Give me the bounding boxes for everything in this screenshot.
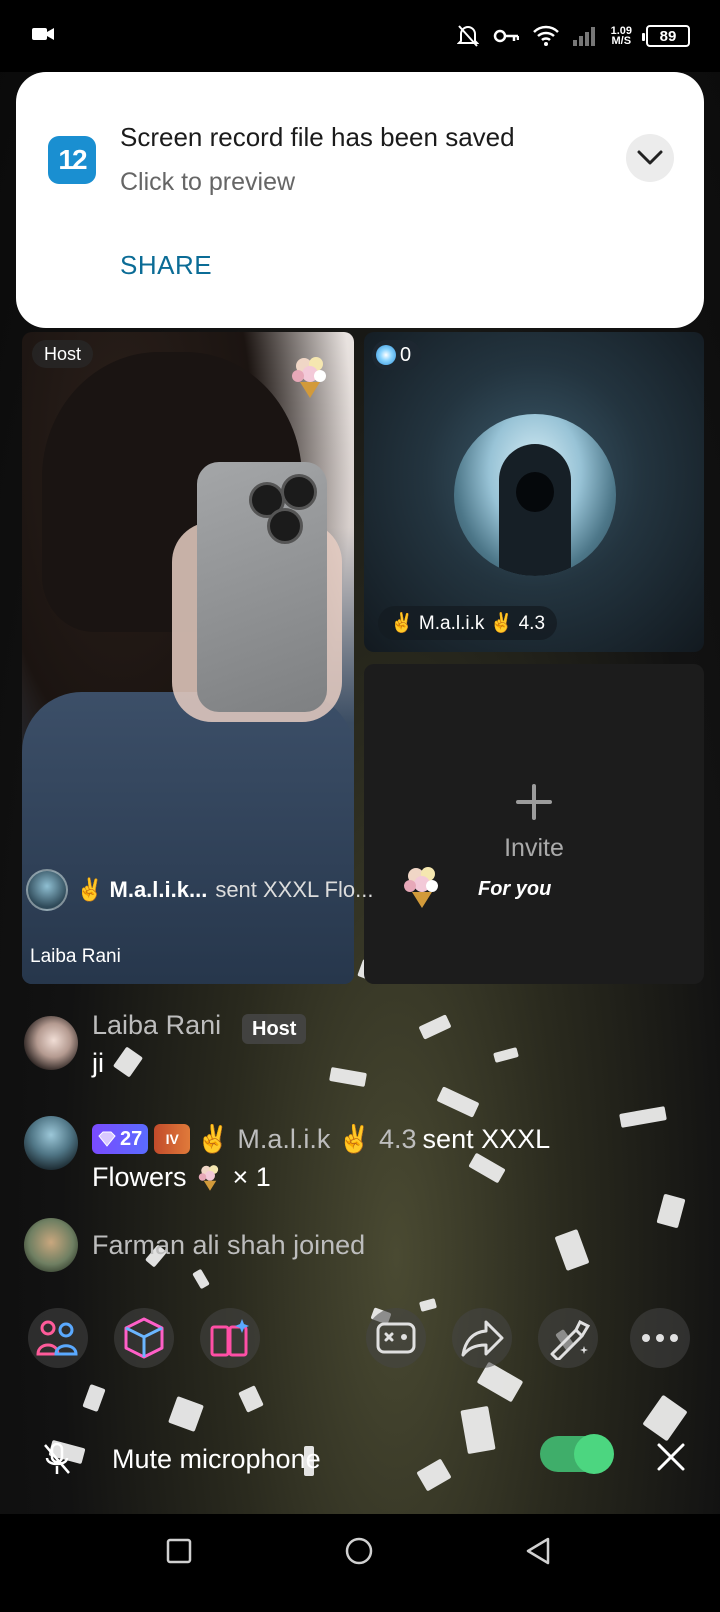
gift-name: Flowers — [92, 1161, 187, 1192]
guest-avatar[interactable] — [454, 414, 616, 576]
bell-off-icon — [456, 25, 479, 47]
gift-sender-avatar — [26, 869, 68, 911]
join-message: Farman ali shah joined — [92, 1230, 366, 1260]
host-tag: Host — [242, 1014, 307, 1044]
coin-value: 0 — [400, 343, 412, 366]
gift-banner: ✌ M.a.l.i.k... sent XXXL Flo... — [26, 868, 373, 912]
chat-username[interactable]: ✌ M.a.l.i.k ✌ 4.3 — [196, 1123, 416, 1155]
more-icon — [642, 1334, 678, 1342]
chat-avatar[interactable] — [24, 1016, 78, 1070]
chat-gift-detail: Flowers × 1 — [92, 1160, 271, 1194]
chat-gift-message: 27 IV ✌ M.a.l.i.k ✌ 4.3 sent XXXL — [92, 1122, 550, 1156]
guest-name[interactable]: ✌ M.a.l.i.k ✌ 4.3 — [378, 606, 558, 640]
mute-microphone-toggle[interactable] — [540, 1434, 614, 1474]
gift-action: sent XXXL — [422, 1123, 551, 1154]
chat-username[interactable]: Laiba Rani — [92, 1010, 221, 1041]
coin-icon — [376, 345, 396, 365]
status-bar: 1.09 M/S 89 — [0, 0, 720, 72]
guest-coin-count: 0 — [372, 340, 422, 370]
share-live-button[interactable] — [452, 1308, 512, 1368]
notification-title: Screen record file has been saved — [120, 122, 515, 152]
chat-avatar[interactable] — [24, 1218, 78, 1272]
diamond-icon — [98, 1131, 116, 1147]
host-badge: Host — [32, 340, 94, 368]
invite-label[interactable]: Invite — [488, 834, 580, 863]
people-icon — [36, 1320, 78, 1356]
more-button[interactable] — [630, 1308, 690, 1368]
plus-icon — [516, 784, 552, 820]
home-icon[interactable] — [344, 1536, 374, 1566]
level-value: 27 — [120, 1127, 143, 1150]
host-name[interactable]: Laiba Rani — [30, 946, 121, 968]
gift-sender-name: ✌ M.a.l.i.k... — [76, 877, 208, 902]
gift-text: sent XXXL Flo... — [215, 877, 374, 902]
expand-notification-button[interactable] — [626, 134, 674, 182]
screen-record-icon — [32, 28, 54, 40]
game-button[interactable] — [366, 1308, 426, 1368]
chat-message: ji — [92, 1048, 104, 1078]
toggle-knob — [574, 1434, 614, 1474]
host-jacket — [22, 692, 354, 984]
signal-icon — [572, 27, 595, 46]
microphone-off-icon — [44, 1442, 70, 1474]
network-speed-unit: M/S — [611, 35, 632, 47]
magic-wand-icon — [550, 1319, 590, 1360]
notification-subtitle[interactable]: Click to preview — [120, 168, 295, 197]
screen-record-notification[interactable]: 12 Screen record file has been saved Cli… — [16, 72, 704, 328]
flower-bouquet-icon — [404, 867, 438, 908]
network-speed: 1.09 M/S — [611, 26, 632, 47]
wifi-icon — [532, 25, 559, 46]
cube-button[interactable] — [114, 1308, 174, 1368]
mute-microphone-label: Mute microphone — [112, 1444, 321, 1474]
game-controller-icon — [376, 1322, 416, 1354]
people-button[interactable] — [28, 1308, 88, 1368]
close-icon[interactable] — [656, 1442, 686, 1472]
system-nav-bar — [0, 1514, 720, 1612]
back-icon[interactable] — [524, 1536, 552, 1566]
share-icon — [461, 1320, 504, 1357]
flower-bouquet-icon — [292, 357, 326, 398]
app-icon-text: 12 — [58, 144, 87, 175]
cube-icon — [124, 1317, 164, 1359]
for-you-label: For you — [478, 878, 552, 900]
invite-seat-tile[interactable] — [364, 664, 704, 984]
flower-bouquet-icon — [198, 1165, 218, 1191]
level-badge: 27 — [92, 1124, 149, 1154]
chat-avatar[interactable] — [24, 1116, 78, 1170]
book-button[interactable] — [200, 1308, 260, 1368]
host-phone — [197, 462, 327, 712]
hood-face — [516, 472, 554, 512]
battery-level: 89 — [659, 27, 677, 45]
chevron-down-icon — [637, 150, 663, 165]
vpn-key-icon — [493, 29, 519, 43]
recent-apps-icon[interactable] — [166, 1538, 192, 1564]
book-sparkle-icon — [210, 1319, 249, 1357]
gift-count: × 1 — [232, 1161, 271, 1192]
battery-icon: 89 — [642, 25, 690, 47]
tier-badge: IV — [154, 1124, 191, 1154]
share-button[interactable]: SHARE — [120, 250, 212, 281]
beauty-button[interactable] — [538, 1308, 598, 1368]
screen-recorder-app-icon: 12 — [48, 136, 96, 184]
mute-microphone-row: Mute microphone — [0, 1420, 720, 1520]
